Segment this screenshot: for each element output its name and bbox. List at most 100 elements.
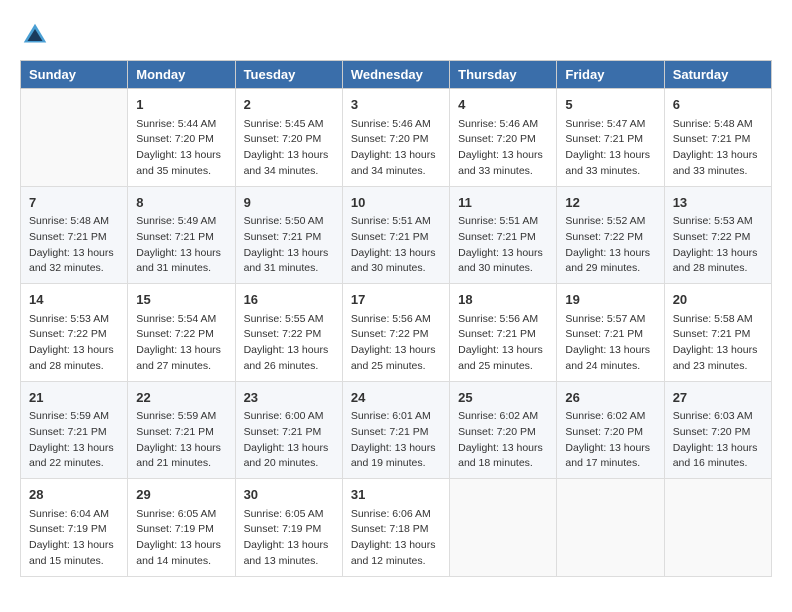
weekday-header-row: SundayMondayTuesdayWednesdayThursdayFrid… [21, 61, 772, 89]
day-number: 5 [565, 95, 655, 115]
day-info: Sunrise: 5:51 AMSunset: 7:21 PMDaylight:… [351, 214, 441, 277]
calendar-body: 1Sunrise: 5:44 AMSunset: 7:20 PMDaylight… [21, 89, 772, 577]
calendar-cell: 7Sunrise: 5:48 AMSunset: 7:21 PMDaylight… [21, 186, 128, 284]
day-info: Sunrise: 5:58 AMSunset: 7:21 PMDaylight:… [673, 312, 763, 375]
calendar-cell: 24Sunrise: 6:01 AMSunset: 7:21 PMDayligh… [342, 381, 449, 479]
day-number: 2 [244, 95, 334, 115]
day-number: 1 [136, 95, 226, 115]
day-number: 24 [351, 388, 441, 408]
calendar-cell: 25Sunrise: 6:02 AMSunset: 7:20 PMDayligh… [450, 381, 557, 479]
day-info: Sunrise: 5:46 AMSunset: 7:20 PMDaylight:… [458, 117, 548, 180]
calendar-cell: 9Sunrise: 5:50 AMSunset: 7:21 PMDaylight… [235, 186, 342, 284]
calendar-cell: 2Sunrise: 5:45 AMSunset: 7:20 PMDaylight… [235, 89, 342, 187]
day-info: Sunrise: 5:55 AMSunset: 7:22 PMDaylight:… [244, 312, 334, 375]
calendar-cell: 26Sunrise: 6:02 AMSunset: 7:20 PMDayligh… [557, 381, 664, 479]
day-number: 26 [565, 388, 655, 408]
weekday-header-tuesday: Tuesday [235, 61, 342, 89]
calendar-week-row: 1Sunrise: 5:44 AMSunset: 7:20 PMDaylight… [21, 89, 772, 187]
calendar-cell: 22Sunrise: 5:59 AMSunset: 7:21 PMDayligh… [128, 381, 235, 479]
day-number: 31 [351, 485, 441, 505]
day-info: Sunrise: 5:44 AMSunset: 7:20 PMDaylight:… [136, 117, 226, 180]
logo [20, 20, 52, 50]
day-info: Sunrise: 6:01 AMSunset: 7:21 PMDaylight:… [351, 409, 441, 472]
day-number: 30 [244, 485, 334, 505]
day-number: 16 [244, 290, 334, 310]
calendar-cell: 20Sunrise: 5:58 AMSunset: 7:21 PMDayligh… [664, 284, 771, 382]
day-number: 20 [673, 290, 763, 310]
calendar-week-row: 7Sunrise: 5:48 AMSunset: 7:21 PMDaylight… [21, 186, 772, 284]
calendar-cell: 13Sunrise: 5:53 AMSunset: 7:22 PMDayligh… [664, 186, 771, 284]
calendar-cell: 15Sunrise: 5:54 AMSunset: 7:22 PMDayligh… [128, 284, 235, 382]
day-number: 3 [351, 95, 441, 115]
day-info: Sunrise: 5:45 AMSunset: 7:20 PMDaylight:… [244, 117, 334, 180]
calendar-cell: 8Sunrise: 5:49 AMSunset: 7:21 PMDaylight… [128, 186, 235, 284]
calendar-cell: 31Sunrise: 6:06 AMSunset: 7:18 PMDayligh… [342, 479, 449, 577]
calendar-cell [21, 89, 128, 187]
day-info: Sunrise: 5:59 AMSunset: 7:21 PMDaylight:… [29, 409, 119, 472]
day-info: Sunrise: 5:53 AMSunset: 7:22 PMDaylight:… [673, 214, 763, 277]
day-number: 29 [136, 485, 226, 505]
calendar-week-row: 28Sunrise: 6:04 AMSunset: 7:19 PMDayligh… [21, 479, 772, 577]
day-number: 28 [29, 485, 119, 505]
day-number: 23 [244, 388, 334, 408]
day-info: Sunrise: 5:50 AMSunset: 7:21 PMDaylight:… [244, 214, 334, 277]
day-number: 8 [136, 193, 226, 213]
day-number: 19 [565, 290, 655, 310]
day-info: Sunrise: 6:03 AMSunset: 7:20 PMDaylight:… [673, 409, 763, 472]
day-number: 7 [29, 193, 119, 213]
calendar-cell: 23Sunrise: 6:00 AMSunset: 7:21 PMDayligh… [235, 381, 342, 479]
day-number: 9 [244, 193, 334, 213]
calendar-cell: 10Sunrise: 5:51 AMSunset: 7:21 PMDayligh… [342, 186, 449, 284]
day-number: 12 [565, 193, 655, 213]
weekday-header-wednesday: Wednesday [342, 61, 449, 89]
day-number: 4 [458, 95, 548, 115]
calendar-cell: 16Sunrise: 5:55 AMSunset: 7:22 PMDayligh… [235, 284, 342, 382]
calendar-table: SundayMondayTuesdayWednesdayThursdayFrid… [20, 60, 772, 577]
weekday-header-sunday: Sunday [21, 61, 128, 89]
page-header [20, 20, 772, 50]
day-info: Sunrise: 6:05 AMSunset: 7:19 PMDaylight:… [244, 507, 334, 570]
weekday-header-monday: Monday [128, 61, 235, 89]
calendar-cell: 11Sunrise: 5:51 AMSunset: 7:21 PMDayligh… [450, 186, 557, 284]
day-number: 14 [29, 290, 119, 310]
day-info: Sunrise: 5:59 AMSunset: 7:21 PMDaylight:… [136, 409, 226, 472]
calendar-cell: 1Sunrise: 5:44 AMSunset: 7:20 PMDaylight… [128, 89, 235, 187]
calendar-week-row: 21Sunrise: 5:59 AMSunset: 7:21 PMDayligh… [21, 381, 772, 479]
day-info: Sunrise: 5:48 AMSunset: 7:21 PMDaylight:… [673, 117, 763, 180]
day-info: Sunrise: 6:00 AMSunset: 7:21 PMDaylight:… [244, 409, 334, 472]
day-info: Sunrise: 5:56 AMSunset: 7:21 PMDaylight:… [458, 312, 548, 375]
day-info: Sunrise: 6:04 AMSunset: 7:19 PMDaylight:… [29, 507, 119, 570]
day-info: Sunrise: 5:56 AMSunset: 7:22 PMDaylight:… [351, 312, 441, 375]
day-info: Sunrise: 6:02 AMSunset: 7:20 PMDaylight:… [565, 409, 655, 472]
day-number: 21 [29, 388, 119, 408]
day-number: 22 [136, 388, 226, 408]
calendar-header: SundayMondayTuesdayWednesdayThursdayFrid… [21, 61, 772, 89]
day-number: 10 [351, 193, 441, 213]
day-info: Sunrise: 5:52 AMSunset: 7:22 PMDaylight:… [565, 214, 655, 277]
day-info: Sunrise: 5:49 AMSunset: 7:21 PMDaylight:… [136, 214, 226, 277]
day-number: 13 [673, 193, 763, 213]
day-number: 15 [136, 290, 226, 310]
day-info: Sunrise: 6:05 AMSunset: 7:19 PMDaylight:… [136, 507, 226, 570]
day-number: 17 [351, 290, 441, 310]
calendar-cell: 3Sunrise: 5:46 AMSunset: 7:20 PMDaylight… [342, 89, 449, 187]
calendar-cell [557, 479, 664, 577]
day-info: Sunrise: 5:51 AMSunset: 7:21 PMDaylight:… [458, 214, 548, 277]
calendar-cell: 27Sunrise: 6:03 AMSunset: 7:20 PMDayligh… [664, 381, 771, 479]
calendar-cell: 4Sunrise: 5:46 AMSunset: 7:20 PMDaylight… [450, 89, 557, 187]
day-info: Sunrise: 5:48 AMSunset: 7:21 PMDaylight:… [29, 214, 119, 277]
day-number: 27 [673, 388, 763, 408]
calendar-cell: 17Sunrise: 5:56 AMSunset: 7:22 PMDayligh… [342, 284, 449, 382]
day-number: 25 [458, 388, 548, 408]
day-info: Sunrise: 6:06 AMSunset: 7:18 PMDaylight:… [351, 507, 441, 570]
day-info: Sunrise: 5:47 AMSunset: 7:21 PMDaylight:… [565, 117, 655, 180]
calendar-cell: 14Sunrise: 5:53 AMSunset: 7:22 PMDayligh… [21, 284, 128, 382]
calendar-cell: 19Sunrise: 5:57 AMSunset: 7:21 PMDayligh… [557, 284, 664, 382]
day-info: Sunrise: 5:53 AMSunset: 7:22 PMDaylight:… [29, 312, 119, 375]
calendar-cell: 5Sunrise: 5:47 AMSunset: 7:21 PMDaylight… [557, 89, 664, 187]
calendar-cell: 18Sunrise: 5:56 AMSunset: 7:21 PMDayligh… [450, 284, 557, 382]
day-info: Sunrise: 5:57 AMSunset: 7:21 PMDaylight:… [565, 312, 655, 375]
day-number: 6 [673, 95, 763, 115]
calendar-cell [664, 479, 771, 577]
calendar-cell: 21Sunrise: 5:59 AMSunset: 7:21 PMDayligh… [21, 381, 128, 479]
